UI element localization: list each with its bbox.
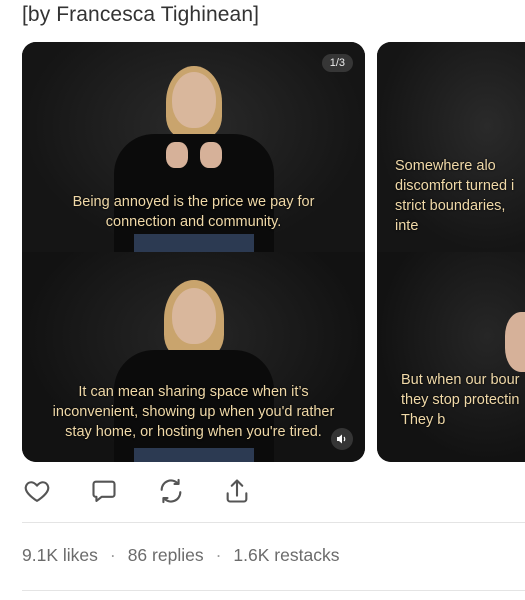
share-button[interactable] [222,476,252,506]
subtitle-bottom: But when our bour they stop protectin Th… [401,372,520,428]
subtitle-top: Somewhere alo discomfort turned i strict… [395,158,515,234]
restacks-count[interactable]: 1.6K restacks [233,545,339,566]
separator-dot: · [109,545,116,565]
media-carousel[interactable]: Being annoyed is the price we pay for co… [0,42,525,462]
video-frame-top: Somewhere alo discomfort turned i strict… [377,42,525,252]
carousel-card-1[interactable]: Being annoyed is the price we pay for co… [22,42,365,462]
likes-count[interactable]: 9.1K likes [22,545,98,566]
repost-icon [160,478,182,504]
comment-icon [92,480,116,502]
carousel-card-2[interactable]: Somewhere alo discomfort turned i strict… [377,42,525,462]
restack-button[interactable] [156,476,186,506]
separator-dot: · [215,545,222,565]
video-frame-top: Being annoyed is the price we pay for co… [22,42,365,252]
engagement-stats: 9.1K likes · 86 replies · 1.6K restacks [22,545,339,566]
video-frame-bottom: But when our bour they stop protectin Th… [377,252,525,462]
subtitle-top: Being annoyed is the price we pay for co… [72,194,315,230]
divider [22,590,525,591]
heart-icon [24,481,50,502]
subtitle-bottom: It can mean sharing space when it’s inco… [52,384,335,440]
page-counter: 1/3 [321,54,353,72]
like-button[interactable] [22,476,52,506]
comment-button[interactable] [89,476,119,506]
sound-icon[interactable] [331,428,353,450]
replies-count[interactable]: 86 replies [128,545,204,566]
post-byline: [by Francesca Tighinean] [22,3,260,26]
divider [22,522,525,523]
share-icon [226,479,248,503]
video-frame-bottom: It can mean sharing space when it’s inco… [22,252,365,462]
